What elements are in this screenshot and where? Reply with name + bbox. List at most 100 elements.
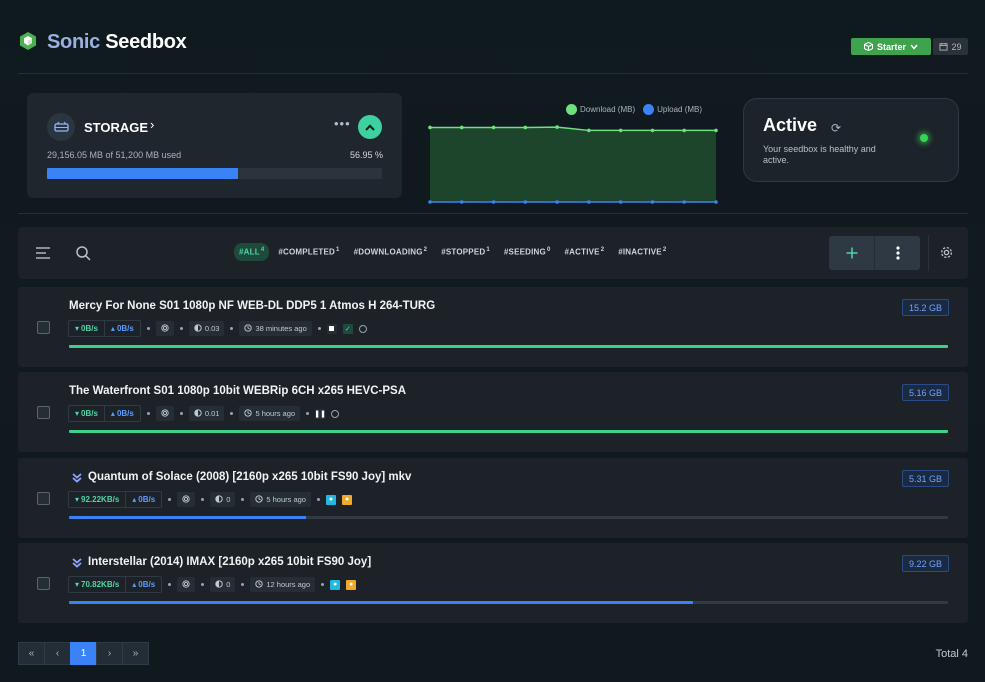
actions-group [829,236,920,270]
data-point-upload[interactable] [459,200,464,204]
plan-label: Starter [876,41,906,52]
pause-icon[interactable]: ❚❚ [314,408,326,419]
torrent-row[interactable]: The Waterfront S01 1080p 10bit WEBRip 6C… [18,372,968,452]
filter-tab-all[interactable]: #ALL4 [234,243,270,261]
storage-title[interactable]: STORAGE [84,120,148,135]
filter-tab-seeding[interactable]: #SEEDING0 [499,243,556,261]
torrent-name[interactable]: Quantum of Solace (2008) [2160p x265 10b… [88,471,411,483]
data-point-upload[interactable] [428,200,432,204]
more-options-icon[interactable]: ••• [334,116,351,131]
filter-tab-active[interactable]: #ACTIVE2 [560,243,610,261]
data-point-upload[interactable] [682,200,687,204]
torrent-meta: ▾ 0B/s ▴ 0B/s 0.03 38 minutes ago ✓ [68,320,367,337]
filter-count: 2 [423,247,428,253]
top-bar: Sonic Seedbox Starter 29 [0,0,985,74]
brand-name[interactable]: Sonic Seedbox [47,31,187,54]
row-checkbox[interactable] [37,321,50,334]
status-indicator-dot [920,134,928,142]
prev-page-button[interactable]: ‹ [44,642,71,665]
ratio-chip: 0.03 [188,321,225,336]
seeds-chip [177,492,196,507]
last-page-button[interactable]: » [122,642,149,665]
data-point-download[interactable] [587,128,591,133]
torrent-progress-fill [69,430,948,433]
time-chip: 5 hours ago [239,406,301,421]
chevron-right-icon[interactable]: › [150,117,154,132]
filter-tab-downloading[interactable]: #DOWNLOADING2 [349,243,433,261]
arrow-up-icon: ▴ [132,495,137,504]
divider [18,213,968,214]
collapse-button[interactable] [358,115,382,139]
more-actions-button[interactable] [875,236,920,270]
total-count: Total 4 [935,648,968,660]
filter-tab-stopped[interactable]: #STOPPED1 [436,243,495,261]
dot-separator [201,583,205,586]
row-checkbox[interactable] [37,492,50,505]
filter-count: 1 [486,247,490,253]
data-point-upload[interactable] [587,200,591,204]
downloading-status-icon: ● [330,579,341,590]
data-point-download[interactable] [428,125,432,130]
data-point-upload[interactable] [523,200,528,204]
filter-tab-inactive[interactable]: #INACTIVE2 [613,243,671,261]
ratio-value: 0.03 [204,324,220,333]
torrent-name[interactable]: Mercy For None S01 1080p NF WEB-DL DDP5 … [69,300,435,312]
next-page-button[interactable]: › [96,642,123,665]
calendar-icon [939,42,949,51]
filter-label: #ACTIVE [564,247,600,257]
upload-speed: ▴ 0B/s [105,406,140,421]
data-point-download[interactable] [714,128,718,133]
upload-speed-value: 0B/s [116,324,134,333]
torrent-row[interactable]: Mercy For None S01 1080p NF WEB-DL DDP5 … [18,287,968,367]
page-1-button[interactable]: 1 [70,642,97,665]
ratio-chip: 0.01 [188,406,225,421]
chart-plot [428,125,718,204]
seeds-chip [177,577,196,592]
filter-label: #SEEDING [503,247,546,257]
data-point-download[interactable] [650,128,655,133]
ratio-icon [215,494,223,505]
search-icon[interactable] [75,245,91,261]
download-speed: ▾ 0B/s [69,406,105,421]
time-value: 5 hours ago [266,495,306,504]
plan-dropdown-button[interactable]: Starter [851,38,931,55]
torrent-name[interactable]: Interstellar (2014) IMAX [2160p x265 10b… [88,556,371,568]
data-point-download[interactable] [555,125,559,129]
refresh-icon[interactable]: ⟳ [831,121,841,135]
filter-tab-completed[interactable]: #COMPLETED1 [273,243,344,261]
data-point-upload[interactable] [650,200,655,204]
time-chip: 38 minutes ago [239,321,312,336]
days-remaining-badge[interactable]: 29 [933,38,968,55]
data-point-upload[interactable] [714,200,718,204]
chevron-down-icon [910,44,918,50]
stop-icon[interactable] [326,323,337,334]
data-point-download[interactable] [459,125,464,130]
filter-count: 2 [600,247,605,253]
row-checkbox[interactable] [37,406,50,419]
seeds-icon [182,579,190,590]
menu-icon[interactable] [35,246,51,260]
gear-icon[interactable] [939,245,954,260]
torrent-row[interactable]: Quantum of Solace (2008) [2160p x265 10b… [18,458,968,538]
filter-label: #INACTIVE [618,247,662,257]
data-point-download[interactable] [491,125,496,130]
filter-count: 0 [546,247,551,253]
data-point-upload[interactable] [618,200,623,204]
data-point-upload[interactable] [555,200,559,204]
data-point-download[interactable] [618,128,623,133]
download-speed: ▾ 92.22KB/s [69,492,127,507]
arrow-up-icon: ▴ [110,324,115,333]
add-torrent-button[interactable] [829,236,875,270]
storage-percent-text: 56.95 % [349,150,383,160]
torrent-progress-fill [69,345,948,348]
download-speed-value: 0B/s [81,409,98,418]
row-checkbox[interactable] [37,577,50,590]
data-point-download[interactable] [682,128,687,133]
dot-separator [316,498,320,501]
first-page-button[interactable]: « [18,642,45,665]
ratio-icon [194,323,202,334]
data-point-upload[interactable] [491,200,496,204]
data-point-download[interactable] [523,125,528,130]
torrent-name[interactable]: The Waterfront S01 1080p 10bit WEBRip 6C… [69,385,406,397]
torrent-row[interactable]: Interstellar (2014) IMAX [2160p x265 10b… [18,543,968,623]
